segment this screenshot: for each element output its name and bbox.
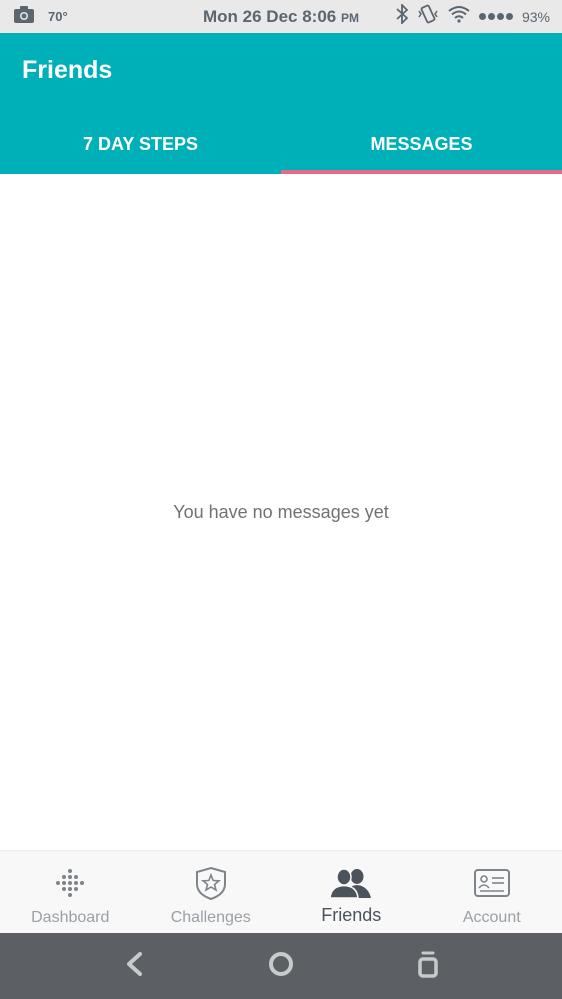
tab-bar: 7 DAY STEPS MESSAGES <box>0 114 562 174</box>
tab-7-day-steps[interactable]: 7 DAY STEPS <box>0 114 281 174</box>
nav-label-friends: Friends <box>321 905 382 925</box>
status-right: 93% <box>396 0 550 33</box>
page-title: Friends <box>22 56 113 84</box>
bluetooth-icon <box>396 2 409 29</box>
messages-panel: You have no messages yet <box>0 174 562 850</box>
recents-button[interactable] <box>398 936 458 996</box>
recents-icon <box>417 950 439 983</box>
empty-state-message: You have no messages yet <box>173 502 389 522</box>
system-nav-bar <box>0 933 562 999</box>
tab-messages[interactable]: MESSAGES <box>281 114 562 174</box>
dashboard-icon <box>55 863 85 903</box>
nav-item-challenges[interactable]: Challenges <box>141 851 282 933</box>
home-circle-icon <box>268 951 294 982</box>
account-card-icon <box>473 863 510 903</box>
status-bar: 70° Mon 26 Dec 8:06 PM 93% <box>0 0 562 33</box>
app-header: Friends 7 DAY STEPS MESSAGES <box>0 33 562 174</box>
bottom-nav: Dashboard Challenges Friends Account <box>0 850 562 933</box>
clock-text: Mon 26 Dec 8:06 <box>203 7 337 26</box>
nav-item-friends[interactable]: Friends <box>281 851 422 933</box>
vibrate-icon <box>417 4 439 29</box>
signal-dots-icon <box>478 13 513 20</box>
nav-item-account[interactable]: Account <box>422 851 562 933</box>
wifi-icon <box>448 5 470 28</box>
friends-icon <box>330 863 372 903</box>
nav-label-account: Account <box>462 909 521 926</box>
challenges-star-icon <box>194 863 228 903</box>
back-button[interactable] <box>104 936 164 996</box>
nav-label-challenges: Challenges <box>170 909 251 926</box>
nav-label-dashboard: Dashboard <box>31 909 110 926</box>
clock-ampm: PM <box>340 11 359 25</box>
battery-text: 93% <box>521 8 550 25</box>
nav-item-dashboard[interactable]: Dashboard <box>0 851 141 933</box>
back-chevron-icon <box>124 951 144 982</box>
home-button[interactable] <box>251 936 311 996</box>
